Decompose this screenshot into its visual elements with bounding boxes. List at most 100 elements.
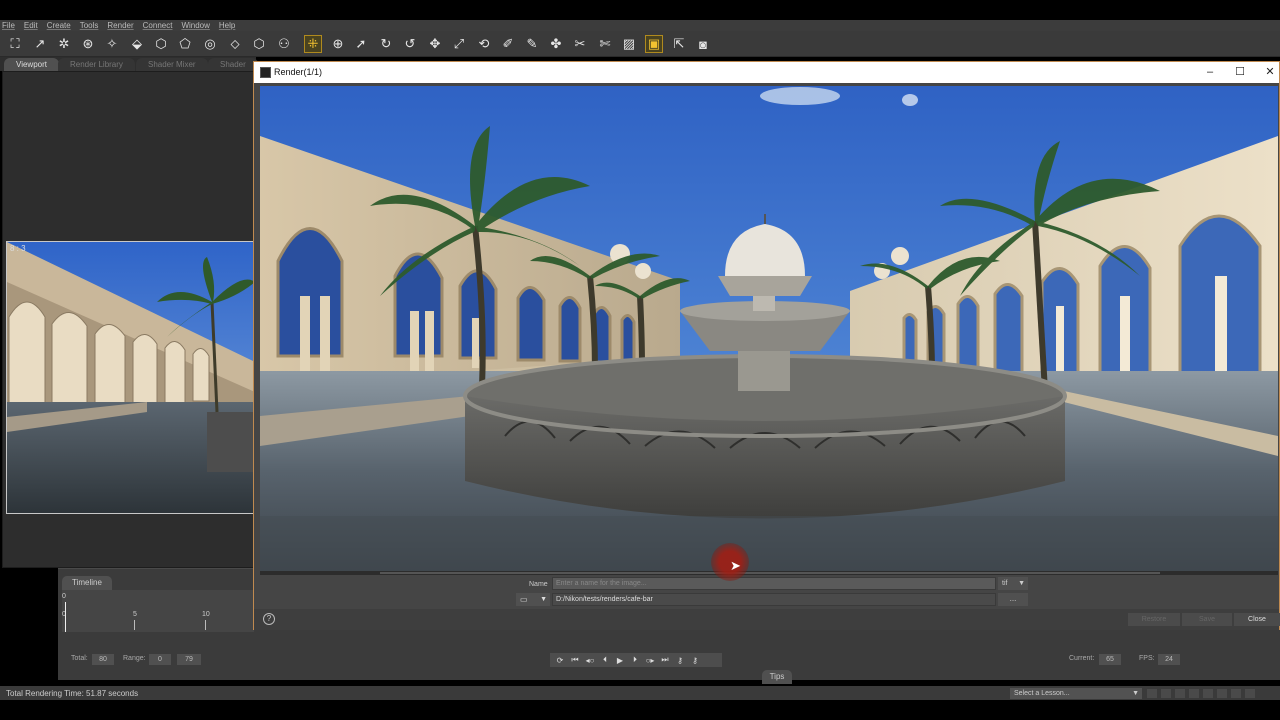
key-prev-icon[interactable]: ◂○: [583, 656, 597, 665]
menu-render[interactable]: Render: [107, 20, 133, 31]
camera-frame-icon[interactable]: ✥: [426, 35, 444, 53]
tab-viewport[interactable]: Viewport: [4, 58, 59, 71]
camera-rotate-icon[interactable]: ⤢: [450, 35, 468, 53]
scale-icon[interactable]: ⬠: [176, 35, 194, 53]
rotate-icon[interactable]: ⬡: [152, 35, 170, 53]
render-footer: ? Restore Save Close: [254, 609, 1280, 630]
lesson-nav-button[interactable]: [1244, 688, 1256, 699]
minimize-icon[interactable]: –: [1195, 62, 1225, 83]
fps-label: FPS:: [1139, 655, 1155, 662]
lock-camera-icon[interactable]: ▣: [645, 35, 663, 53]
node-selection-icon[interactable]: ↗: [31, 35, 49, 53]
region-icon[interactable]: ◎: [201, 35, 219, 53]
menu-create[interactable]: Create: [47, 20, 71, 31]
skip-start-icon[interactable]: ⏮: [568, 655, 582, 665]
total-field[interactable]: 80: [92, 654, 114, 665]
camera-scale-icon[interactable]: ✐: [499, 35, 517, 53]
image-name-input[interactable]: Enter a name for the image...: [552, 577, 996, 590]
menu-bar: File Edit Create Tools Render Connect Wi…: [0, 20, 1280, 31]
tools-icon[interactable]: ▨: [620, 35, 638, 53]
playback-controls: ⟳ ⏮ ◂○ ⏴ ▶ ⏵ ○▸ ⏭ ⚷ ⚷: [550, 653, 722, 667]
restore-button[interactable]: Restore: [1128, 613, 1180, 626]
rendered-image: [260, 86, 1278, 571]
viewport-scene-image: [7, 242, 253, 513]
loop-icon[interactable]: ⟳: [553, 656, 567, 665]
range-start-field[interactable]: 0: [149, 654, 171, 665]
ruler-label: 5: [133, 611, 137, 618]
geometry-editor-icon[interactable]: ⬡: [250, 35, 268, 53]
folder-button[interactable]: ▭ ▼: [516, 593, 550, 606]
morph-icon[interactable]: ✤: [547, 35, 565, 53]
joint-tool-icon[interactable]: ✲: [55, 35, 73, 53]
lesson-nav-button[interactable]: [1146, 688, 1158, 699]
folder-icon: ▭: [520, 595, 528, 604]
camera-orbit-icon[interactable]: ➚: [352, 35, 370, 53]
spotlight-icon[interactable]: ⊕: [329, 35, 347, 53]
step-forward-icon[interactable]: ⏵: [628, 655, 642, 665]
tab-shader-mixer[interactable]: Shader Mixer: [136, 58, 208, 71]
camera-translate-icon[interactable]: ⟲: [475, 35, 493, 53]
timeline-ruler[interactable]: 0 0 5 10: [62, 590, 254, 632]
menu-edit[interactable]: Edit: [24, 20, 38, 31]
add-key-icon[interactable]: ⚷: [673, 656, 687, 665]
figure-icon[interactable]: ⁜: [304, 35, 322, 53]
save-button[interactable]: Save: [1182, 613, 1232, 626]
camera-pan-icon[interactable]: ↻: [377, 35, 395, 53]
range-end-field[interactable]: 79: [177, 654, 201, 665]
rendering-time-text: Total Rendering Time: 51.87 seconds: [6, 689, 139, 698]
scene-tool-icon[interactable]: ⛶: [6, 35, 24, 53]
skip-end-icon[interactable]: ⏭: [658, 655, 672, 665]
chevron-down-icon: ▼: [1018, 580, 1025, 587]
translate-icon[interactable]: ⬙: [128, 35, 146, 53]
tab-shader-baker[interactable]: Shader Baker: [208, 58, 258, 82]
render-icon[interactable]: ◙: [694, 35, 712, 53]
close-icon[interactable]: ✕: [1255, 62, 1280, 83]
render-titlebar[interactable]: Render(1/1) – ☐ ✕: [254, 62, 1279, 83]
fountain-courtyard-render: [260, 86, 1278, 571]
surface-icon[interactable]: ✎: [523, 35, 541, 53]
active-pose-icon[interactable]: ✧: [103, 35, 121, 53]
help-icon[interactable]: ?: [263, 613, 275, 625]
output-path-input[interactable]: D:/Nikon/tests/renders/cafe-bar: [552, 593, 996, 606]
menu-help[interactable]: Help: [219, 20, 235, 31]
playhead-marker[interactable]: [65, 602, 66, 632]
maximize-icon[interactable]: ☐: [1225, 62, 1255, 83]
browse-button[interactable]: ...: [998, 593, 1028, 606]
lesson-select[interactable]: Select a Lesson... ▼: [1010, 688, 1142, 699]
pose-icon[interactable]: ⚇: [275, 35, 293, 53]
chevron-down-icon: ▼: [1132, 690, 1139, 697]
render-window: Render(1/1) – ☐ ✕ Name Enter a name for …: [253, 61, 1280, 630]
key-next-icon[interactable]: ○▸: [643, 656, 657, 665]
remove-key-icon[interactable]: ⚷: [688, 656, 702, 665]
camera-dolly-icon[interactable]: ↺: [401, 35, 419, 53]
lesson-nav-button[interactable]: [1202, 688, 1214, 699]
menu-file[interactable]: File: [2, 20, 15, 31]
fps-field[interactable]: 24: [1158, 654, 1180, 665]
ruler-label: 0: [62, 593, 66, 600]
ruler-label: 10: [202, 611, 210, 618]
cloth-icon[interactable]: ✄: [596, 35, 614, 53]
menu-window[interactable]: Window: [181, 20, 209, 31]
tab-tips[interactable]: Tips: [762, 670, 792, 684]
universal-tool-icon[interactable]: ⊛: [79, 35, 97, 53]
lesson-nav-button[interactable]: [1188, 688, 1200, 699]
tab-timeline[interactable]: Timeline: [62, 576, 112, 590]
scrollbar-thumb[interactable]: [380, 572, 1160, 574]
play-icon[interactable]: ▶: [613, 656, 627, 665]
menu-tools[interactable]: Tools: [80, 20, 99, 31]
node-weight-icon[interactable]: ⬦: [226, 35, 244, 53]
step-back-icon[interactable]: ⏴: [598, 655, 612, 665]
close-button[interactable]: Close: [1234, 613, 1280, 626]
viewport-preview[interactable]: 8 : 3: [6, 241, 254, 514]
lesson-nav-button[interactable]: [1160, 688, 1172, 699]
horizontal-scrollbar[interactable]: [260, 571, 1278, 575]
file-format-select[interactable]: tif ▼: [998, 577, 1028, 590]
lights-icon[interactable]: ✂: [571, 35, 589, 53]
lesson-nav-button[interactable]: [1216, 688, 1228, 699]
spot-render-icon[interactable]: ⇱: [670, 35, 688, 53]
menu-connect[interactable]: Connect: [143, 20, 173, 31]
current-frame-field[interactable]: 65: [1099, 654, 1121, 665]
lesson-nav-button[interactable]: [1230, 688, 1242, 699]
tab-render-library[interactable]: Render Library: [58, 58, 135, 71]
lesson-nav-button[interactable]: [1174, 688, 1186, 699]
